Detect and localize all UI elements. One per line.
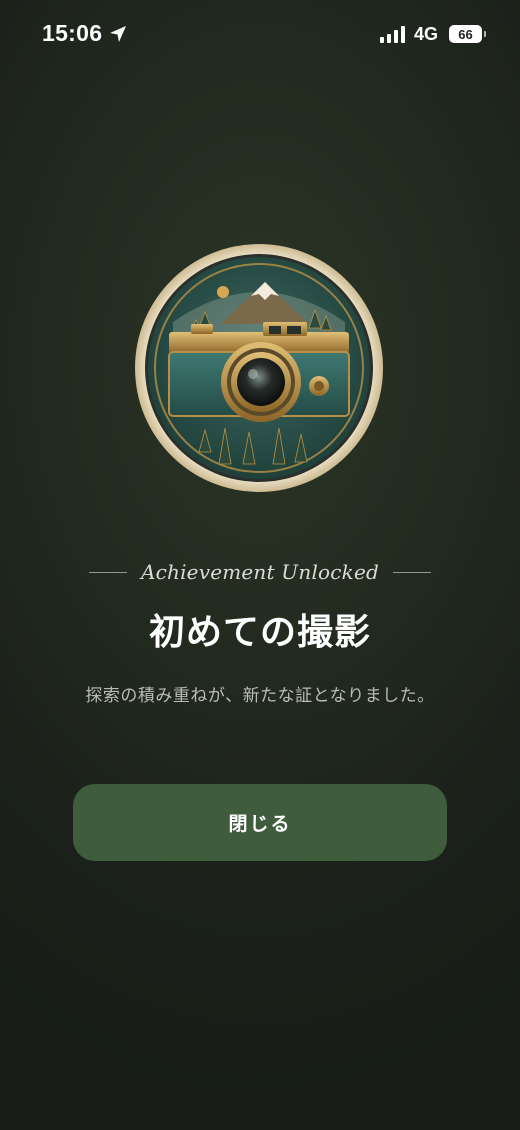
status-time: 15:06 xyxy=(42,20,103,46)
divider-left xyxy=(88,571,127,573)
signal-icon xyxy=(380,26,405,43)
achievement-header: Achievement Unlocked xyxy=(0,560,520,584)
status-bar: 15:06 4G 66 xyxy=(0,0,520,70)
network-type: 4G xyxy=(414,24,439,44)
close-button[interactable]: 閉じる xyxy=(73,784,447,861)
achievement-description: 探索の積み重ねが、新たな証となりました。 xyxy=(85,686,435,706)
location-arrow-icon xyxy=(110,26,126,42)
achievement-title: 初めての撮影 xyxy=(148,611,371,653)
divider-right xyxy=(393,571,432,573)
achievement-label: Achievement Unlocked xyxy=(140,560,380,584)
battery-level: 66 xyxy=(458,26,473,42)
camera-badge-icon xyxy=(135,244,383,492)
battery-icon: 66 xyxy=(449,25,486,43)
